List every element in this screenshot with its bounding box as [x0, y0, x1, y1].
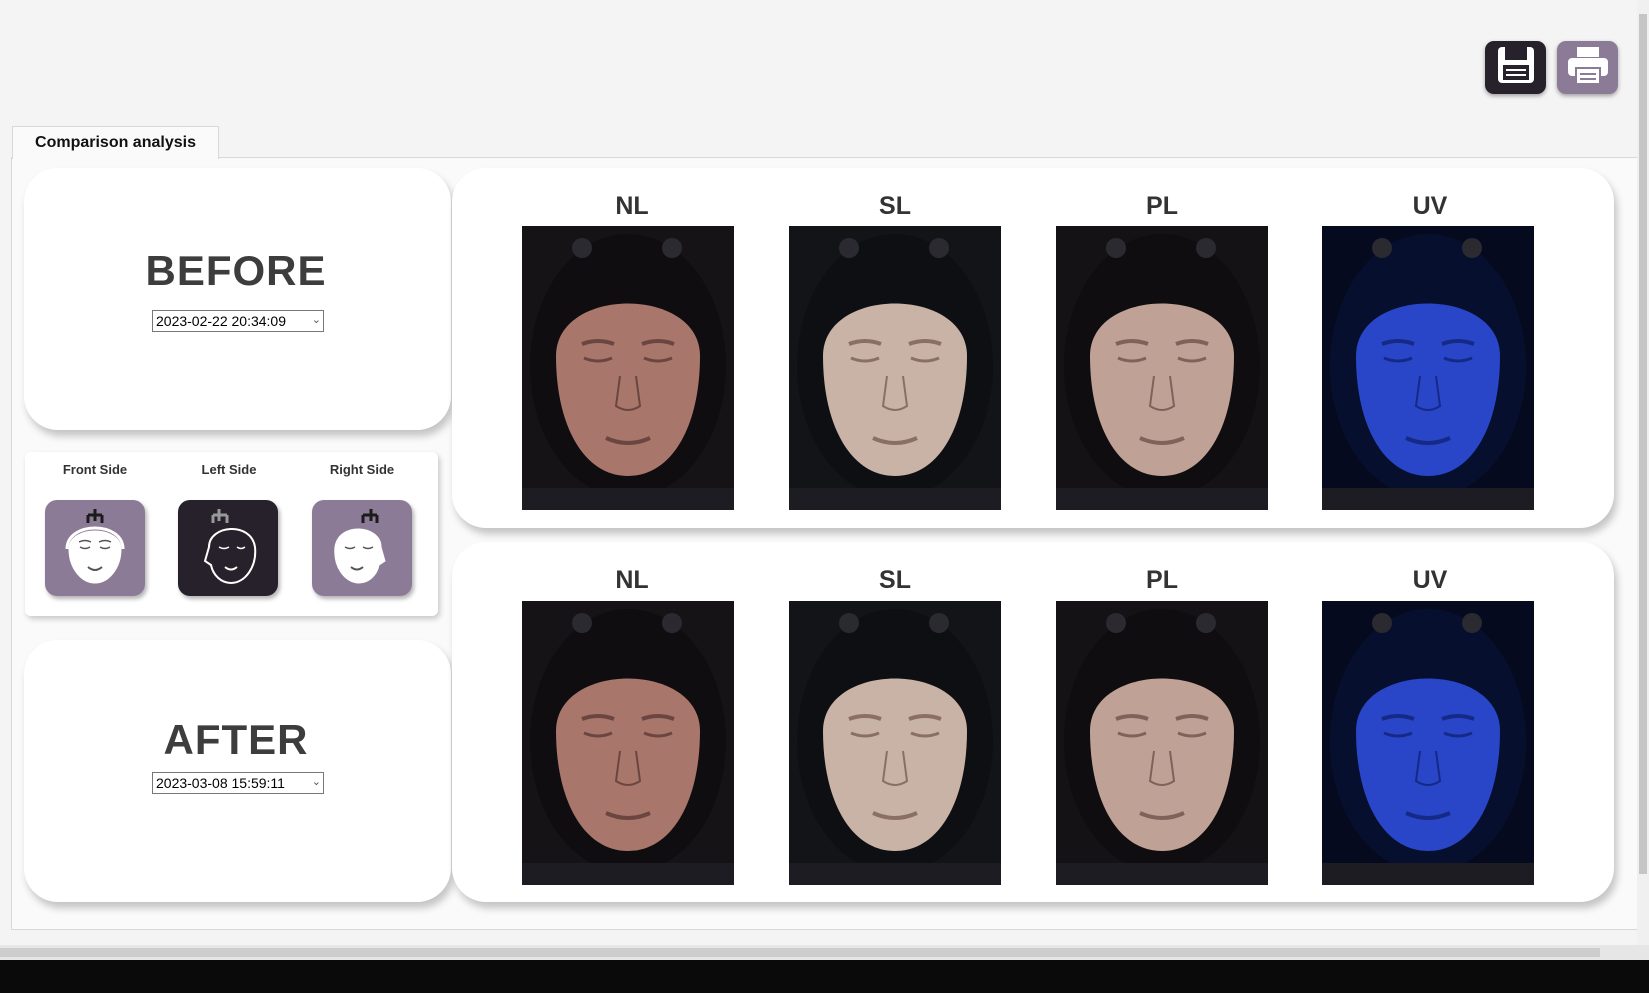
floppy-disk-icon: [1495, 44, 1537, 91]
after-date-select[interactable]: 2023-03-08 15:59:11 ⌄: [152, 772, 324, 794]
left-side-button[interactable]: [178, 500, 278, 596]
before-info-panel: [24, 168, 451, 430]
after-photo-nl[interactable]: [522, 601, 734, 885]
horizontal-scrollbar[interactable]: [0, 945, 1649, 960]
after-col-label-uv: UV: [1412, 566, 1448, 594]
before-col-label-pl: PL: [1146, 192, 1178, 220]
save-button[interactable]: [1485, 41, 1546, 94]
front-face-icon: [52, 503, 138, 594]
after-photo-pl[interactable]: [1056, 601, 1268, 885]
after-col-label-sl: SL: [879, 566, 911, 594]
vertical-scrollbar[interactable]: [1637, 0, 1649, 945]
taskbar: [0, 960, 1649, 993]
after-photo-uv[interactable]: [1322, 601, 1534, 885]
before-date-value: 2023-02-22 20:34:09: [156, 313, 286, 329]
printer-icon: [1566, 44, 1610, 91]
before-photo-sl[interactable]: [789, 226, 1001, 510]
scroll-thumb[interactable]: [1639, 14, 1647, 874]
after-photo-sl[interactable]: [789, 601, 1001, 885]
print-button[interactable]: [1557, 41, 1618, 94]
chevron-down-icon: ⌄: [311, 314, 321, 326]
after-date-value: 2023-03-08 15:59:11: [156, 775, 285, 791]
right-side-button[interactable]: [312, 500, 412, 596]
after-info-panel: [24, 640, 451, 902]
left-side-label: Left Side: [201, 462, 257, 477]
front-side-label: Front Side: [62, 462, 128, 477]
view-selector-panel: Front Side Left Side Right Side: [25, 452, 438, 616]
before-col-label-sl: SL: [879, 192, 911, 220]
tab-comparison-analysis[interactable]: Comparison analysis: [12, 126, 219, 159]
before-col-label-uv: UV: [1412, 192, 1448, 220]
left-face-icon: [185, 503, 271, 594]
before-title: BEFORE: [145, 247, 327, 294]
before-col-label-nl: NL: [615, 192, 649, 220]
before-photo-nl[interactable]: [522, 226, 734, 510]
right-face-icon: [319, 503, 405, 594]
after-title: AFTER: [163, 716, 309, 763]
after-col-label-nl: NL: [615, 566, 649, 594]
scroll-thumb[interactable]: [0, 948, 1600, 957]
before-date-select[interactable]: 2023-02-22 20:34:09 ⌄: [152, 310, 324, 332]
chevron-down-icon: ⌄: [311, 776, 321, 788]
right-side-label: Right Side: [329, 462, 395, 477]
before-photo-uv[interactable]: [1322, 226, 1534, 510]
after-col-label-pl: PL: [1146, 566, 1178, 594]
front-side-button[interactable]: [45, 500, 145, 596]
before-photo-pl[interactable]: [1056, 226, 1268, 510]
